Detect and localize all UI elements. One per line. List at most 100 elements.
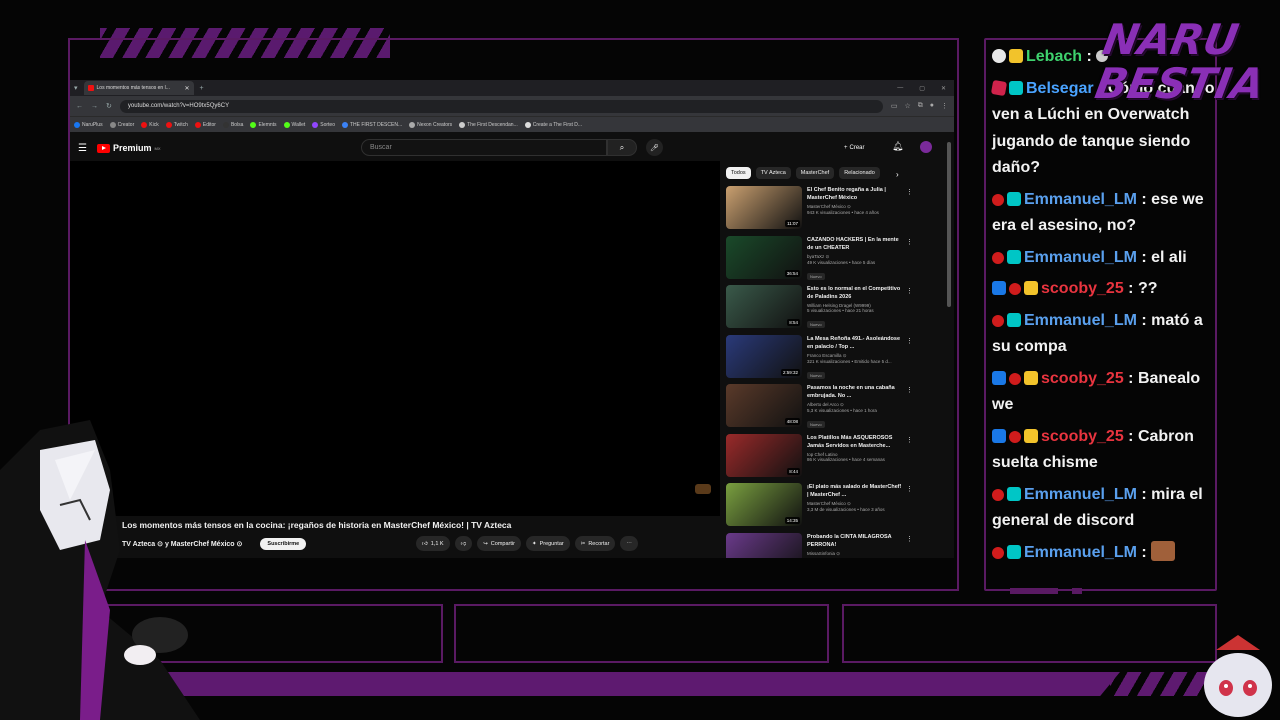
recommendation-title: Pasamos la noche en una cabaña embrujada… [807,385,895,399]
recommendation-item[interactable]: 36:54 CAZANDO HACKERS | En la mente de un… [726,235,916,286]
chat-username[interactable]: scooby_25 [1041,370,1124,387]
hamburger-menu-icon[interactable]: ☰ [78,143,87,154]
video-thumbnail[interactable] [726,532,802,558]
chat-username[interactable]: scooby_25 [1041,280,1124,297]
video-thumbnail[interactable]: 8:54 [726,285,802,328]
like-button[interactable]: 👍︎ 1,1 K [416,536,450,551]
more-options-icon[interactable]: ⋮ [906,238,913,246]
forward-icon[interactable]: → [91,103,98,110]
filter-chip[interactable]: MasterChef [795,167,835,179]
recommendation-item[interactable]: 8:54 Esto es lo normal en el Competitivo … [726,285,916,335]
filter-chip[interactable]: Relacionado [839,167,880,179]
chat-username[interactable]: Emmanuel_LM [1024,312,1137,329]
bookmark-item[interactable]: Nexon Creators [409,121,452,128]
chat-username[interactable]: Emmanuel_LM [1024,486,1137,503]
subscribe-button[interactable]: Suscribirme [260,538,307,550]
bookmark-item[interactable]: NaruPlus [74,121,103,128]
bookmark-item[interactable]: Create a The First D... [524,121,583,128]
cast-icon[interactable]: ▭ [891,102,898,110]
bookmark-item[interactable]: Sorteo [312,121,335,128]
recommendation-item[interactable]: Probando la CINTA MILAGROSA PERRONA! Miss… [726,532,916,558]
new-tab-icon[interactable]: + [200,85,204,92]
recommendation-title: ¡El plato más salado de MasterChef! | Ma… [807,484,902,498]
dislike-button[interactable]: 👎︎ [454,536,473,551]
bookmark-item[interactable]: Twitch [165,121,188,128]
recommendation-views: 321 K visualizaciones • Emitido hace 5 d… [807,358,892,364]
close-tab-icon[interactable]: ✕ [184,85,189,92]
recommendation-item[interactable]: 8:44 Los Platillos Más ASQUEROSOS Jamás S… [726,433,916,484]
url-input[interactable]: youtube.com/watch?v=HO9tx5Qy6CY [119,99,883,113]
maximize-icon[interactable]: ▢ [919,85,925,92]
active-tab[interactable]: Los momentos más tensos en l... ✕ [83,81,194,95]
chat-username[interactable]: Emmanuel_LM [1024,544,1137,561]
video-thumbnail[interactable]: 36:54 [726,235,802,279]
video-thumbnail[interactable]: 8:44 [726,433,802,477]
recommendation-item[interactable]: 2:59:32 La Mesa Reñoña 491.- Asoleándose … [726,334,916,385]
chat-username[interactable]: scooby_25 [1041,428,1124,445]
profile-icon[interactable]: ● [930,102,934,110]
chat-username[interactable]: Emmanuel_LM [1024,191,1137,208]
chat-username[interactable]: Emmanuel_LM [1024,249,1137,266]
filter-chip[interactable]: Todos [726,167,751,179]
clip-button[interactable]: ✂ Recortar [574,536,616,551]
bookmark-item[interactable]: Elemnts [250,121,277,128]
account-avatar[interactable] [920,141,932,153]
thumbs-up-icon: 👍︎ [422,540,428,547]
filter-chip[interactable]: TV Azteca [755,167,791,179]
page-scrollbar[interactable] [947,142,951,307]
notifications-bell-icon[interactable]: 🔔︎ [892,141,903,152]
chevron-right-icon[interactable]: › [896,170,899,179]
more-options-icon[interactable]: ⋮ [906,535,913,543]
youtube-logo[interactable]: Premium MX [96,143,160,153]
chat-username[interactable]: Lebach [1026,48,1082,65]
more-options-icon[interactable]: ⋮ [906,287,913,295]
bookmark-favicon-icon [194,121,201,128]
bookmark-item[interactable]: Creator [109,121,134,128]
bars-badge-icon [1007,544,1021,559]
recommendation-item[interactable]: 48:08 Pasamos la noche en una cabaña embr… [726,384,916,434]
browser-menu-icon[interactable]: ⋮ [941,102,948,110]
more-icon: ⋯ [626,540,632,547]
recommendation-item[interactable]: 11:07 El Chef Benito regaña a Julia | Mas… [726,186,916,236]
more-options-icon[interactable]: ⋮ [906,337,913,345]
bookmark-item[interactable]: THE FIRST DESCEN... [341,121,402,128]
bookmark-item[interactable]: Wallet [283,121,305,128]
chat-message: Emmanuel_LM : el ali [992,245,1218,272]
chat-scroll-indicator [1010,588,1058,594]
search-input[interactable]: Buscar [361,139,607,156]
video-thumbnail[interactable]: 14:35 [726,483,802,526]
close-window-icon[interactable]: ✕ [941,85,946,92]
more-options-icon[interactable]: ⋮ [906,188,913,196]
more-options-icon[interactable]: ⋮ [906,485,913,493]
recommendation-views: 5 visualizaciones • hace 21 horas [807,308,874,313]
video-thumbnail[interactable]: 48:08 [726,384,802,427]
microphone-icon[interactable]: 🎤︎ [646,139,663,156]
bookmark-item[interactable]: The First Descendan... [459,121,518,128]
more-options-icon[interactable]: ⋮ [906,436,913,444]
extensions-icon[interactable]: ⧉ [918,102,923,110]
minimize-icon[interactable]: — [897,85,903,92]
reload-icon[interactable]: ↻ [106,102,112,110]
chat-username[interactable]: Belsegar [1026,80,1094,97]
recommendation-info: Los Platillos Más ASQUEROSOS Jamás Servi… [807,434,903,484]
ask-button[interactable]: ✦ Preguntar [525,536,570,551]
search-icon[interactable]: ⌕ [607,139,637,156]
create-label: Crear [849,145,865,151]
recommendation-item[interactable]: 14:35 ¡El plato más salado de MasterChef!… [726,483,916,533]
video-thumbnail[interactable]: 11:07 [726,186,802,229]
more-actions-button[interactable]: ⋯ [620,536,638,551]
crown-badge-icon [1024,370,1038,385]
more-options-icon[interactable]: ⋮ [906,386,913,394]
bookmark-item[interactable]: Bolsa [222,121,243,128]
bookmark-item[interactable]: Kick [141,121,159,128]
bookmark-label: Create a The First D... [532,121,583,128]
tab-list-icon[interactable]: ▾ [74,84,78,92]
video-thumbnail[interactable]: 2:59:32 [726,334,802,378]
bookmark-item[interactable]: Editor [194,121,216,128]
back-icon[interactable]: ← [76,103,83,110]
bookmark-star-icon[interactable]: ☆ [904,102,910,110]
video-duration: 11:07 [785,220,800,227]
create-button[interactable]: + Crear [844,141,865,155]
chat-message: Emmanuel_LM : mató a su compa [992,308,1218,361]
share-button[interactable]: ↪ Compartir [477,536,521,551]
